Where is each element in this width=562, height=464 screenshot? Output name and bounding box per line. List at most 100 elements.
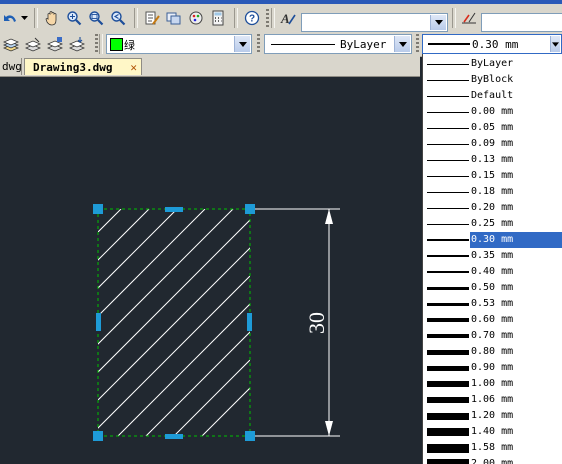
calculator-icon[interactable] bbox=[208, 8, 228, 28]
lineweight-option-label: 0.20 mm bbox=[471, 202, 514, 213]
lineweight-option[interactable]: 1.40 mm bbox=[423, 424, 562, 440]
lineweight-option[interactable]: ByBlock bbox=[423, 72, 562, 88]
undo-arrow-icon[interactable] bbox=[0, 8, 20, 28]
lineweight-option[interactable]: 0.80 mm bbox=[423, 344, 562, 360]
lineweight-option[interactable]: 0.18 mm bbox=[423, 184, 562, 200]
design-center-icon[interactable] bbox=[164, 8, 184, 28]
lineweight-option[interactable]: 0.35 mm bbox=[423, 248, 562, 264]
lineweight-option[interactable]: 0.05 mm bbox=[423, 120, 562, 136]
color-swatch bbox=[110, 38, 123, 51]
lineweight-sample-icon bbox=[427, 192, 469, 193]
document-tab-bar: dwg Drawing3.dwg ✕ bbox=[0, 56, 420, 77]
chevron-down-icon[interactable] bbox=[394, 36, 410, 52]
toolbar-grip[interactable] bbox=[266, 9, 269, 29]
separator bbox=[134, 8, 138, 28]
grip-corner[interactable] bbox=[93, 431, 103, 441]
chevron-down-icon[interactable] bbox=[430, 15, 446, 30]
tab-previous-drawing[interactable]: dwg bbox=[0, 58, 22, 75]
lineweight-option[interactable]: 0.70 mm bbox=[423, 328, 562, 344]
layer-previous-icon[interactable] bbox=[45, 34, 65, 54]
lineweight-sample-icon bbox=[427, 287, 469, 290]
tab-active-label: Drawing3.dwg bbox=[33, 61, 113, 74]
lineweight-option-label: 0.05 mm bbox=[471, 122, 514, 133]
lineweight-option-label: 0.25 mm bbox=[471, 218, 514, 229]
lineweight-option[interactable]: 0.20 mm bbox=[423, 200, 562, 216]
drawing-canvas[interactable]: 30 bbox=[0, 77, 420, 464]
close-icon[interactable]: ✕ bbox=[130, 59, 137, 76]
lineweight-option[interactable]: 0.00 mm bbox=[423, 104, 562, 120]
grip-corner[interactable] bbox=[93, 204, 103, 214]
dimension-style-select[interactable] bbox=[481, 13, 562, 32]
lineweight-option[interactable]: 2.00 mm bbox=[423, 456, 562, 464]
dropdown-arrow-icon[interactable] bbox=[18, 8, 30, 28]
toolbar-grip[interactable] bbox=[257, 34, 260, 54]
lineweight-option[interactable]: 0.50 mm bbox=[423, 280, 562, 296]
lineweight-option[interactable]: 0.13 mm bbox=[423, 152, 562, 168]
grip-midpoint[interactable] bbox=[247, 313, 252, 331]
linetype-select[interactable]: ByLayer bbox=[264, 34, 412, 54]
linetype-label: ByLayer bbox=[340, 38, 387, 51]
lineweight-option-label: 0.00 mm bbox=[471, 106, 514, 117]
separator bbox=[34, 8, 38, 28]
lineweight-sample-icon bbox=[427, 303, 469, 306]
layer-make-current-icon[interactable] bbox=[67, 34, 87, 54]
lineweight-option[interactable]: ByLayer bbox=[423, 56, 562, 72]
lineweight-option[interactable]: 1.58 mm bbox=[423, 440, 562, 456]
lineweight-label: 0.30 mm bbox=[472, 38, 519, 51]
zoom-previous-icon[interactable] bbox=[108, 8, 128, 28]
toolbar-grip[interactable] bbox=[416, 34, 419, 54]
zoom-window-icon[interactable] bbox=[86, 8, 106, 28]
lineweight-option-label: 0.60 mm bbox=[471, 314, 514, 325]
pan-hand-icon[interactable] bbox=[42, 8, 62, 28]
lineweight-option[interactable]: 0.40 mm bbox=[423, 264, 562, 280]
tab-active-drawing[interactable]: Drawing3.dwg ✕ bbox=[24, 58, 142, 75]
lineweight-sample-icon bbox=[427, 160, 469, 161]
properties-icon[interactable] bbox=[142, 8, 162, 28]
lineweight-option[interactable]: 0.53 mm bbox=[423, 296, 562, 312]
svg-text:?: ? bbox=[249, 14, 255, 25]
lineweight-option-label: ByBlock bbox=[471, 74, 514, 85]
separator bbox=[234, 8, 238, 28]
layer-states-icon[interactable] bbox=[23, 34, 43, 54]
text-style-icon[interactable]: A bbox=[278, 8, 298, 28]
lineweight-option[interactable]: 1.20 mm bbox=[423, 408, 562, 424]
lineweight-option-label: 0.53 mm bbox=[471, 298, 514, 309]
dimension-text[interactable]: 30 bbox=[304, 312, 329, 334]
layer-manager-icon[interactable] bbox=[1, 34, 21, 54]
lineweight-dropdown-list[interactable]: ByLayer ByBlock Default 0.00 mm 0.05 mm 0.09 … bbox=[422, 54, 562, 464]
lineweight-option[interactable]: 0.25 mm bbox=[423, 216, 562, 232]
lineweight-sample-icon bbox=[427, 128, 469, 129]
toolbar-grip[interactable] bbox=[95, 34, 98, 54]
drawing-svg[interactable]: 30 bbox=[0, 77, 420, 464]
grip-midpoint[interactable] bbox=[96, 313, 101, 331]
lineweight-option[interactable]: Default bbox=[423, 88, 562, 104]
lineweight-option[interactable]: 0.60 mm bbox=[423, 312, 562, 328]
lineweight-option-label: 1.06 mm bbox=[471, 394, 514, 405]
lineweight-select[interactable]: 0.30 mm bbox=[422, 34, 562, 54]
svg-text:A: A bbox=[280, 11, 290, 26]
lineweight-option[interactable]: 0.30 mm bbox=[423, 232, 562, 248]
lineweight-sample-icon bbox=[427, 366, 469, 371]
lineweight-option[interactable]: 1.00 mm bbox=[423, 376, 562, 392]
lineweight-option[interactable]: 0.09 mm bbox=[423, 136, 562, 152]
grip-midpoint[interactable] bbox=[165, 434, 183, 439]
lineweight-sample-icon bbox=[427, 255, 469, 257]
zoom-realtime-icon[interactable] bbox=[64, 8, 84, 28]
lineweight-sample-icon bbox=[427, 112, 469, 113]
hatch-fill[interactable] bbox=[0, 209, 420, 436]
chevron-down-icon[interactable] bbox=[234, 36, 250, 52]
lineweight-sample-icon bbox=[427, 381, 469, 387]
help-icon[interactable]: ? bbox=[242, 8, 262, 28]
text-style-select[interactable] bbox=[301, 13, 448, 32]
tool-palettes-icon[interactable] bbox=[186, 8, 206, 28]
lineweight-sample-icon bbox=[427, 144, 469, 145]
lineweight-option[interactable]: 1.06 mm bbox=[423, 392, 562, 408]
lineweight-option[interactable]: 0.90 mm bbox=[423, 360, 562, 376]
grip-midpoint[interactable] bbox=[165, 207, 183, 212]
color-select[interactable]: 绿 bbox=[106, 34, 252, 54]
grip-corner[interactable] bbox=[245, 204, 255, 214]
lineweight-option[interactable]: 0.15 mm bbox=[423, 168, 562, 184]
dimension-style-icon[interactable] bbox=[459, 8, 479, 28]
grip-corner[interactable] bbox=[245, 431, 255, 441]
chevron-down-icon[interactable] bbox=[550, 36, 560, 52]
